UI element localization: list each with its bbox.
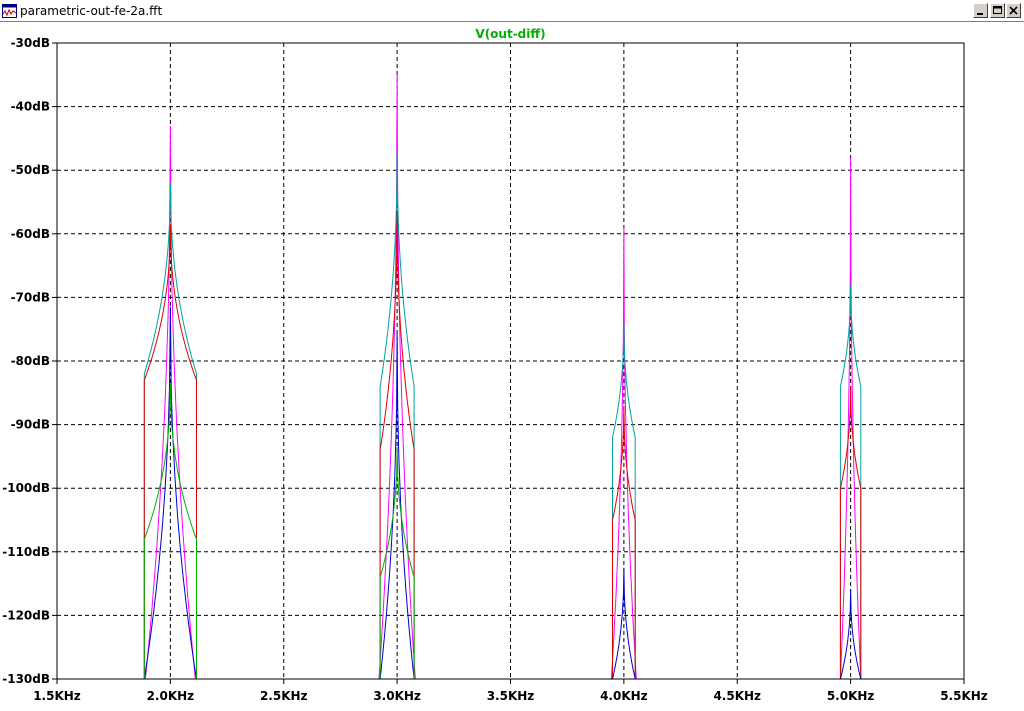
maximize-button[interactable] xyxy=(990,3,1005,18)
maximize-icon xyxy=(993,6,1002,14)
y-tick-label: -80dB xyxy=(11,354,50,368)
close-button[interactable] xyxy=(1006,3,1021,18)
title-bar: parametric-out-fe-2a.fft xyxy=(0,0,1024,22)
x-tick-label: 4.0KHz xyxy=(600,689,648,703)
y-tick-label: -40dB xyxy=(11,100,50,114)
x-tick-label: 3.5KHz xyxy=(487,689,535,703)
fft-chart[interactable]: -30dB -40dB -50dB -60dB -70dB -80dB -90dB -100d… xyxy=(0,22,1024,711)
curves xyxy=(143,74,862,680)
y-tick-label: -110dB xyxy=(2,545,50,559)
y-tick-label: -60dB xyxy=(11,227,50,241)
x-tick-label: 2.0KHz xyxy=(147,689,195,703)
y-tick-label: -130dB xyxy=(2,672,50,686)
waveform-icon xyxy=(2,3,17,18)
series-title[interactable]: V(out-diff) xyxy=(475,27,545,41)
y-tick-label: -50dB xyxy=(11,163,50,177)
x-tick-label: 5.0KHz xyxy=(827,689,875,703)
x-tick-label: 2.5KHz xyxy=(260,689,308,703)
y-tick-label: -30dB xyxy=(11,36,50,50)
y-axis-ticks: -30dB -40dB -50dB -60dB -70dB -80dB -90dB -100d… xyxy=(2,36,57,686)
x-tick-label: 1.5KHz xyxy=(33,689,81,703)
close-icon xyxy=(1009,6,1018,15)
x-tick-label: 4.5KHz xyxy=(713,689,761,703)
y-tick-label: -120dB xyxy=(2,608,50,622)
x-tick-label: 5.5KHz xyxy=(940,689,988,703)
minimize-icon xyxy=(977,13,983,15)
window-title: parametric-out-fe-2a.fft xyxy=(20,4,163,18)
minimize-button[interactable] xyxy=(973,3,988,18)
y-tick-label: -70dB xyxy=(11,290,50,304)
x-tick-label: 3.0KHz xyxy=(373,689,421,703)
y-tick-label: -100dB xyxy=(2,481,50,495)
y-tick-label: -90dB xyxy=(11,418,50,432)
plot-area[interactable]: -30dB -40dB -50dB -60dB -70dB -80dB -90dB -100d… xyxy=(0,22,1024,711)
x-axis-ticks: 1.5KHz 2.0KHz 2.5KHz 3.0KHz 3.5KHz 4.0KHz 4.5K… xyxy=(33,679,988,703)
